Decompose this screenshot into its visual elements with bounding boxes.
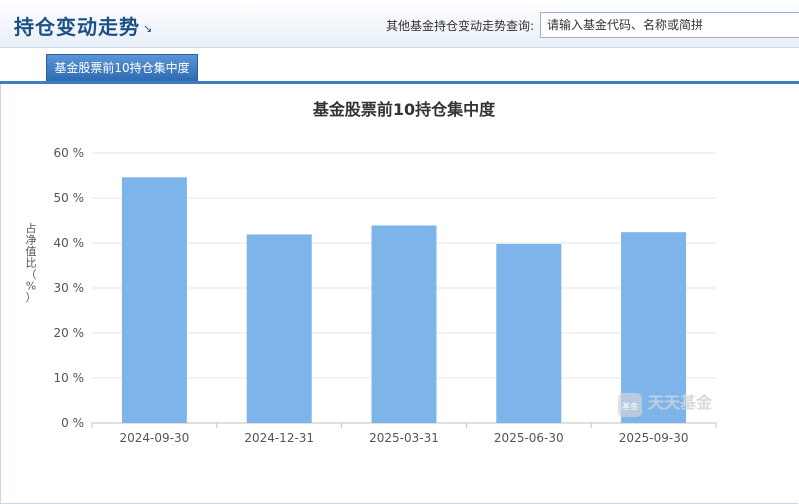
header: 持仓变动走势 ↘ 其他基金持仓变动走势查询:: [0, 0, 799, 48]
tab-bar: 基金股票前10持仓集中度: [0, 48, 799, 84]
x-tick-labels: 2024-09-30 2024-12-31 2025-03-31 2025-06-30…: [91, 423, 717, 445]
x-tick-label: 2024-12-31: [244, 431, 314, 445]
y-tick-label: 40 %: [54, 236, 85, 250]
tab-top10-concentration[interactable]: 基金股票前10持仓集中度: [46, 54, 198, 81]
bar-2025-06-30[interactable]: [496, 243, 562, 423]
x-tick-label: 2025-06-30: [494, 431, 564, 445]
y-tick-label: 20 %: [54, 326, 85, 340]
bars: [121, 177, 687, 423]
y-tick-label: 50 %: [54, 191, 85, 205]
bar-2025-03-31[interactable]: [371, 225, 437, 423]
y-axis-label: 占净值比（%）: [26, 221, 37, 304]
bar-2024-09-30[interactable]: [121, 177, 187, 423]
chart-title: 基金股票前10持仓集中度: [312, 100, 496, 119]
concentration-chart: 基金股票前10持仓集中度 0 % 10 % 20 % 30 % 40 % 50 % 60 %…: [26, 100, 717, 445]
y-tick-label: 10 %: [54, 371, 85, 385]
search-label: 其他基金持仓变动走势查询:: [386, 19, 535, 33]
y-tick-label: 30 %: [54, 281, 85, 295]
x-tick-label: 2025-09-30: [619, 431, 689, 445]
page-title: 持仓变动走势: [14, 15, 140, 39]
expand-arrow-icon[interactable]: ↘: [143, 22, 152, 35]
bar-2024-12-31[interactable]: [246, 234, 312, 423]
fund-search-input[interactable]: [540, 12, 799, 38]
y-tick-label: 0 %: [61, 416, 84, 430]
x-tick-label: 2025-03-31: [369, 431, 439, 445]
y-tick-labels: 0 % 10 % 20 % 30 % 40 % 50 % 60 %: [54, 146, 85, 430]
watermark-brand: 天天基金: [648, 393, 713, 412]
y-tick-label: 60 %: [54, 146, 85, 160]
watermark-badge: 基金: [622, 401, 638, 411]
x-tick-label: 2024-09-30: [120, 431, 190, 445]
y-axis-label-char: ）: [26, 291, 37, 304]
